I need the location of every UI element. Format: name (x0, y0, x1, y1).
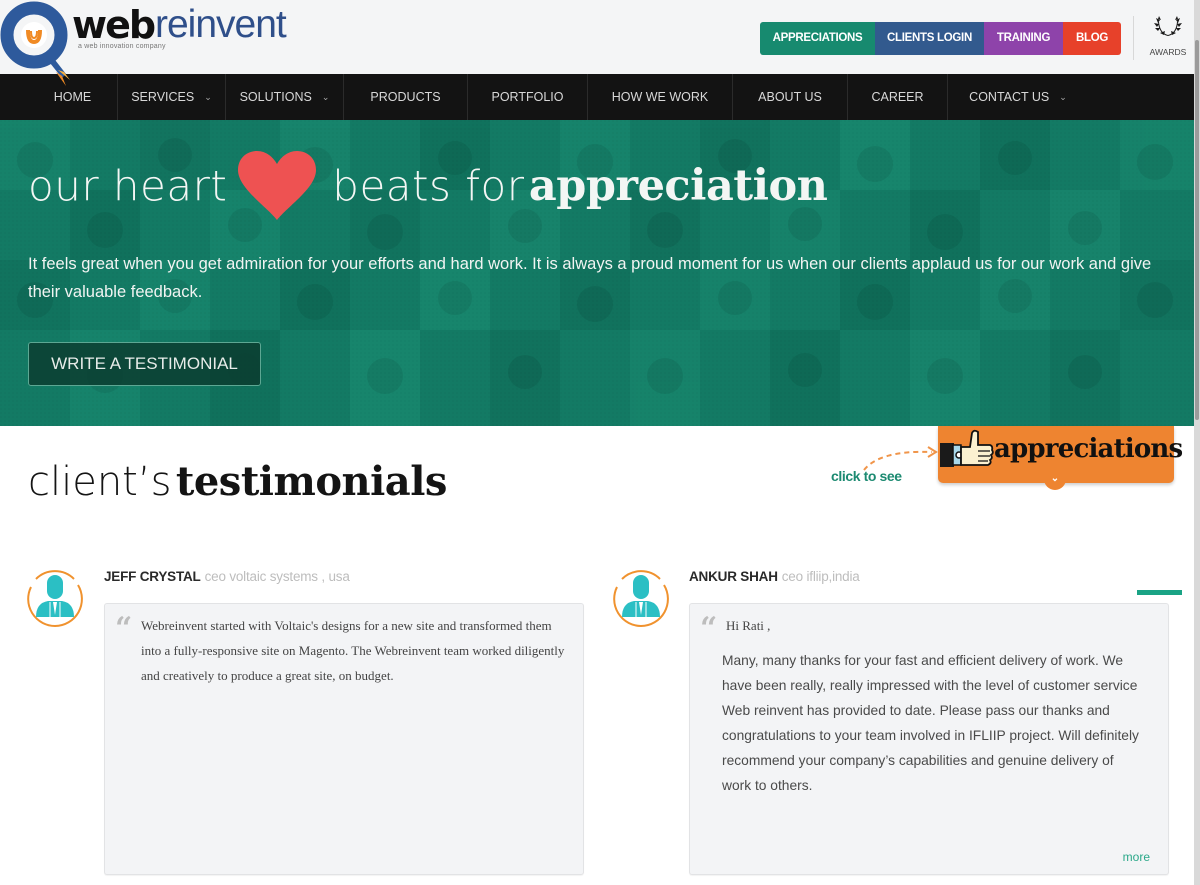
site-header: web reinvent a web innovation company AP… (0, 0, 1200, 86)
nav-item-products[interactable]: PRODUCTS (344, 74, 468, 120)
appreciations-badge-label: appreciations (994, 434, 1183, 464)
chevron-down-icon[interactable]: ⌄ (1044, 472, 1066, 490)
nav-item-portfolio[interactable]: PORTFOLIO (468, 74, 588, 120)
logo-q-icon (0, 1, 70, 86)
testimonial-card: “ Hi Rati , Many, many thanks for your f… (689, 603, 1169, 875)
author-role: ceo ifliip,india (781, 569, 860, 584)
author-name: JEFF CRYSTAL (104, 569, 201, 584)
logo-brand-light: reinvent (155, 3, 287, 46)
thumbs-up-icon (940, 429, 994, 467)
author-role: ceo voltaic systems , usa (204, 569, 350, 584)
nav-label: CONTACT US (969, 90, 1050, 104)
nav-item-career[interactable]: CAREER (848, 74, 948, 120)
nav-label: SOLUTIONS (239, 90, 312, 104)
hero-title: our heart beats for appreciation (28, 150, 828, 220)
nav-item-contact-us[interactable]: CONTACT US ⌄ (948, 74, 1088, 120)
quote-icon: “ (115, 611, 133, 646)
blog-button[interactable]: BLOG (1063, 22, 1121, 55)
appreciations-button[interactable]: APPRECIATIONS (760, 22, 875, 55)
author-name: ANKUR SHAH (689, 569, 778, 584)
caret-down-icon: ⌄ (1059, 92, 1067, 102)
scrollbar-thumb[interactable] (1195, 40, 1199, 420)
nav-label: HOME (53, 90, 92, 104)
hero-title-prefix: our heart (28, 161, 228, 211)
hero-title-middle: beats for (332, 161, 525, 211)
nav-label: PRODUCTS (370, 90, 441, 104)
testimonial-author: ANKUR SHAH ceo ifliip,india (689, 569, 860, 584)
nav-label: ABOUT US (758, 90, 822, 104)
quote-icon: “ (700, 611, 718, 646)
heart-icon (237, 151, 316, 220)
testimonial-greeting: Hi Rati , (726, 618, 771, 633)
laurel-wreath-icon (1154, 16, 1182, 36)
top-button-group: APPRECIATIONS CLIENTS LOGIN TRAINING BLO… (760, 22, 1121, 55)
click-to-see-hint: click to see (831, 468, 902, 484)
awards-divider (1133, 16, 1134, 60)
clients-login-button[interactable]: CLIENTS LOGIN (875, 22, 984, 55)
nav-label: CAREER (871, 90, 924, 104)
testimonial-author: JEFF CRYSTAL ceo voltaic systems , usa (104, 569, 350, 584)
nav-label: PORTFOLIO (491, 90, 564, 104)
awards-label: AWARDS (1149, 47, 1187, 57)
caret-down-icon: ⌄ (321, 92, 330, 102)
nav-label: SERVICES (131, 90, 195, 104)
hero-description: It feels great when you get admiration f… (28, 255, 1152, 301)
testimonial-text: Webreinvent started with Voltaic's desig… (141, 618, 565, 683)
logo-brand-bold: web (72, 3, 156, 47)
testimonials-heading: client’s testimonials (28, 458, 447, 505)
appreciations-badge-button[interactable]: appreciations ⌄ (938, 426, 1183, 490)
hero-title-bold: appreciation (528, 161, 828, 211)
webreinvent-logo[interactable]: web reinvent a web innovation company (0, 0, 300, 90)
testimonials-heading-light: client’s (28, 459, 172, 505)
testimonial-card: “ Webreinvent started with Voltaic's des… (104, 603, 584, 875)
logo-tagline: a web innovation company (78, 43, 166, 50)
hero-banner: our heart beats for appreciation It feel… (0, 120, 1200, 426)
awards-link[interactable]: AWARDS (1145, 14, 1191, 57)
testimonial-text: Many, many thanks for your fast and effi… (722, 653, 1139, 793)
nav-item-how-we-work[interactable]: HOW WE WORK (588, 74, 733, 120)
avatar-icon (613, 570, 669, 628)
nav-label: HOW WE WORK (611, 90, 709, 104)
write-testimonial-button[interactable]: WRITE A TESTIMONIAL (28, 342, 261, 386)
nav-item-about-us[interactable]: ABOUT US (733, 74, 848, 120)
more-link[interactable]: more (1123, 850, 1150, 864)
carousel-indicator[interactable] (1137, 590, 1182, 595)
testimonials-heading-bold: testimonials (175, 458, 448, 505)
avatar-icon (27, 570, 83, 628)
training-button[interactable]: TRAINING (984, 22, 1063, 55)
